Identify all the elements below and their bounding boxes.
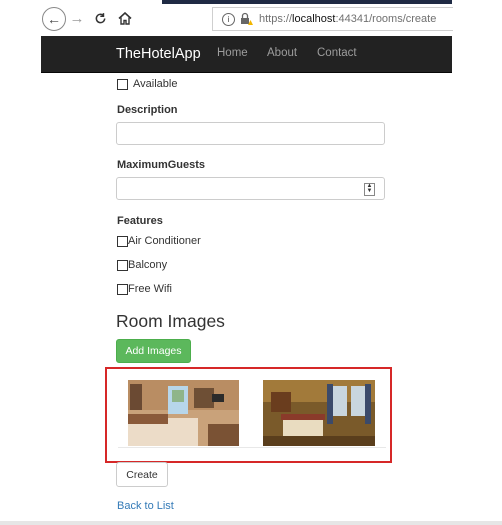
back-to-list-link[interactable]: Back to List xyxy=(117,500,174,512)
room-images-heading: Room Images xyxy=(116,311,225,331)
maximum-guests-label: MaximumGuests xyxy=(117,159,206,171)
feature-label: Air Conditioner xyxy=(128,235,201,247)
description-label: Description xyxy=(117,104,178,116)
back-arrow-icon[interactable]: ← xyxy=(42,7,66,31)
home-icon[interactable] xyxy=(117,7,133,29)
brand-link[interactable]: TheHotelApp xyxy=(116,46,201,62)
page-bottom-border xyxy=(0,521,502,525)
features-label: Features xyxy=(117,215,163,227)
description-input[interactable] xyxy=(116,122,385,145)
address-bar[interactable]: i https://localhost:44341/rooms/create xyxy=(212,7,453,31)
url-text: https://localhost:44341/rooms/create xyxy=(259,13,437,25)
nav-link-home[interactable]: Home xyxy=(217,47,248,59)
feature-row-balcony: Balcony xyxy=(117,259,167,271)
lock-warning-icon[interactable] xyxy=(239,12,253,26)
free-wifi-checkbox[interactable] xyxy=(117,283,128,295)
available-row: Available xyxy=(117,78,177,90)
nav-link-contact[interactable]: Contact xyxy=(317,47,357,59)
available-checkbox[interactable] xyxy=(117,78,128,90)
nav-link-about[interactable]: About xyxy=(267,47,297,59)
balcony-checkbox[interactable] xyxy=(117,259,128,271)
highlight-box xyxy=(105,367,392,463)
air-conditioner-checkbox[interactable] xyxy=(117,235,128,247)
available-label: Available xyxy=(133,78,178,90)
feature-label: Balcony xyxy=(128,259,168,271)
feature-row-free-wifi: Free Wifi xyxy=(117,283,172,295)
browser-toolbar: ← → i https://localhost:44341/rooms/crea… xyxy=(0,0,502,36)
feature-row-air-conditioner: Air Conditioner xyxy=(117,235,201,247)
add-images-button[interactable]: Add Images xyxy=(116,339,191,363)
feature-label: Free Wifi xyxy=(128,283,172,295)
app-navbar: TheHotelApp Home About Contact xyxy=(41,36,452,73)
reload-icon[interactable] xyxy=(93,7,107,29)
browser-tab-strip xyxy=(162,0,452,4)
info-icon[interactable]: i xyxy=(222,12,235,26)
number-spinner-icon[interactable]: ▲ ▼ xyxy=(364,183,375,196)
maximum-guests-input[interactable]: ▲ ▼ xyxy=(116,177,385,200)
forward-arrow-icon[interactable]: → xyxy=(70,7,85,29)
create-button[interactable]: Create xyxy=(116,462,168,487)
